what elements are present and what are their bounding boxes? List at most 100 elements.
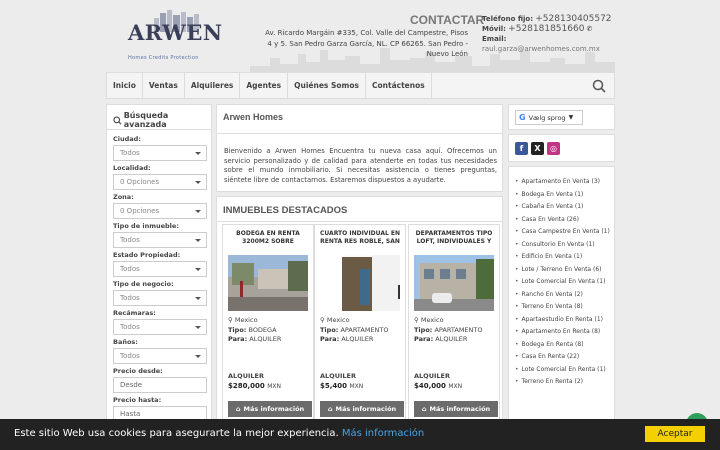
map-marker-icon: ⚲ — [414, 316, 419, 324]
category-link[interactable]: Lote / Terreno En Venta (6) — [515, 264, 610, 277]
chevron-down-icon — [195, 297, 201, 300]
map-marker-icon: ⚲ — [320, 316, 325, 324]
bedrooms-select[interactable]: Todos — [113, 319, 207, 335]
price-to-label: Precio hasta: — [113, 396, 162, 404]
property-state-select[interactable]: Todos — [113, 261, 207, 277]
instagram-icon[interactable]: ◎ — [547, 142, 560, 155]
property-operation: ALQUILER — [414, 372, 450, 380]
property-photo[interactable] — [414, 255, 494, 311]
locality-label: Localidad: — [113, 164, 151, 172]
brand-name: ARWEN — [128, 20, 223, 45]
advanced-search-panel: Búsqueda avanzada Ciudad: Todos Localida… — [106, 104, 212, 422]
bathrooms-label: Baños: — [113, 338, 138, 346]
contact-info: Teléfono fijo: +528130405572 Móvil: +528… — [482, 14, 622, 54]
chevron-down-icon — [195, 355, 201, 358]
social-panel: f X ◎ — [508, 134, 615, 162]
category-link[interactable]: Casa En Venta (26) — [515, 214, 610, 227]
business-type-select[interactable]: Todos — [113, 290, 207, 306]
more-info-button[interactable]: ⌂ Más información — [320, 401, 404, 417]
language-select[interactable]: G Vælg sprog ▼ — [515, 110, 583, 125]
search-icon[interactable] — [592, 79, 606, 93]
zone-select[interactable]: 0 Opciones — [113, 203, 207, 219]
chevron-down-icon: ▼ — [568, 114, 574, 121]
category-link[interactable]: Terreno En Renta (2) — [515, 376, 610, 389]
chevron-down-icon — [195, 210, 201, 213]
category-link[interactable]: Rancho En Venta (2) — [515, 289, 610, 302]
divider — [107, 129, 211, 130]
property-photo[interactable] — [228, 255, 308, 311]
property-location: ⚲ Mexico — [320, 316, 350, 324]
brand-tagline: Homes Credits Protection — [128, 55, 199, 61]
mobile-number[interactable]: +528181851660 — [508, 24, 584, 34]
category-link[interactable]: Bodega En Renta (8) — [515, 339, 610, 352]
mobile-label: Móvil: — [482, 25, 506, 33]
category-link[interactable]: Apartamento En Renta (8) — [515, 326, 610, 339]
property-operation: ALQUILER — [320, 372, 356, 380]
more-info-button[interactable]: ⌂ Más información — [228, 401, 312, 417]
business-type-label: Tipo de negocio: — [113, 280, 174, 288]
nav-item-inicio[interactable]: Inicio — [107, 72, 143, 99]
city-label: Ciudad: — [113, 135, 141, 143]
property-title[interactable]: CUARTO INDIVIDUAL EN RENTA RES ROBLE, SA… — [319, 230, 401, 246]
category-link[interactable]: Apartamento En Venta (3) — [515, 176, 610, 189]
category-link[interactable]: Cabaña En Venta (1) — [515, 201, 610, 214]
category-link[interactable]: Lote Comercial En Venta (1) — [515, 276, 610, 289]
home-icon: ⌂ — [235, 405, 241, 413]
about-text: Bienvenido a Arwen Homes Encuentra tu nu… — [224, 147, 497, 184]
site-header: ARWEN Homes Credits Protection CONTACTAR… — [0, 0, 720, 72]
property-price: $40,000 MXN — [414, 382, 463, 390]
cookie-bar: Este sitio Web usa cookies para asegurar… — [0, 419, 720, 450]
locality-select[interactable]: 0 Opciones — [113, 174, 207, 190]
property-title[interactable]: BODEGA EN RENTA 3200M2 SOBRE — [227, 230, 309, 246]
divider — [217, 133, 502, 134]
property-purpose: ALQUILER — [435, 335, 468, 343]
translate-panel: G Vælg sprog ▼ — [508, 104, 615, 130]
property-price: $5,400 MXN — [320, 382, 364, 390]
cookie-more-info-link[interactable]: Más información — [342, 428, 424, 439]
category-link[interactable]: Lote Comercial En Renta (1) — [515, 364, 610, 377]
property-photo[interactable] — [320, 255, 400, 311]
property-title[interactable]: DEPARTAMENTOS TIPO LOFT, INDIVIDUALES Y — [413, 230, 495, 246]
accept-cookies-button[interactable]: Aceptar — [645, 426, 705, 442]
facebook-icon[interactable]: f — [515, 142, 528, 155]
nav-item-quienes-somos[interactable]: Quiénes Somos — [288, 72, 366, 99]
nav-item-agentes[interactable]: Agentes — [240, 72, 289, 99]
more-info-button[interactable]: ⌂ Más información — [414, 401, 498, 417]
price-from-input[interactable]: Desde — [113, 377, 207, 393]
category-link[interactable]: Apartaestudio En Renta (1) — [515, 314, 610, 327]
home-icon: ⌂ — [421, 405, 427, 413]
category-link[interactable]: Terreno En Venta (8) — [515, 301, 610, 314]
property-card[interactable]: BODEGA EN RENTA 3200M2 SOBRE ⚲ Mexico Ti… — [222, 224, 314, 420]
category-link[interactable]: Consultorio En Venta (1) — [515, 239, 610, 252]
chevron-down-icon — [195, 181, 201, 184]
property-location: ⚲ Mexico — [414, 316, 444, 324]
map-marker-icon: ⚲ — [228, 316, 233, 324]
nav-item-alquileres[interactable]: Alquileres — [185, 72, 241, 99]
google-icon: G — [519, 113, 526, 122]
featured-title: INMUEBLES DESTACADOS — [223, 205, 348, 216]
email-link[interactable]: raul.garza@arwenhomes.com.mx — [482, 45, 600, 53]
category-list: Apartamento En Venta (3)Bodega En Venta … — [515, 176, 610, 389]
property-card[interactable]: DEPARTAMENTOS TIPO LOFT, INDIVIDUALES Y … — [408, 224, 500, 420]
category-link[interactable]: Casa Campestre En Venta (1) — [515, 226, 610, 239]
nav-item-contactenos[interactable]: Contáctenos — [366, 72, 432, 99]
nav-item-ventas[interactable]: Ventas — [143, 72, 185, 99]
site-logo[interactable]: ARWEN Homes Credits Protection — [128, 10, 222, 61]
category-link[interactable]: Edificio En Venta (1) — [515, 251, 610, 264]
city-select[interactable]: Todos — [113, 145, 207, 161]
property-purpose: ALQUILER — [341, 335, 374, 343]
property-card[interactable]: CUARTO INDIVIDUAL EN RENTA RES ROBLE, SA… — [314, 224, 406, 420]
price-from-label: Precio desde: — [113, 367, 163, 375]
whatsapp-icon[interactable]: ✆ — [587, 25, 593, 33]
category-link[interactable]: Casa En Renta (22) — [515, 351, 610, 364]
category-link[interactable]: Bodega En Venta (1) — [515, 189, 610, 202]
property-type-select[interactable]: Todos — [113, 232, 207, 248]
phone-number[interactable]: +528130405572 — [535, 14, 611, 24]
contact-title: CONTACTAR — [410, 13, 485, 27]
phone-label: Teléfono fijo: — [482, 15, 534, 23]
x-twitter-icon[interactable]: X — [531, 142, 544, 155]
property-type: APARTAMENTO — [340, 326, 389, 334]
bathrooms-select[interactable]: Todos — [113, 348, 207, 364]
property-type-label: Tipo de inmueble: — [113, 222, 179, 230]
property-operation: ALQUILER — [228, 372, 264, 380]
